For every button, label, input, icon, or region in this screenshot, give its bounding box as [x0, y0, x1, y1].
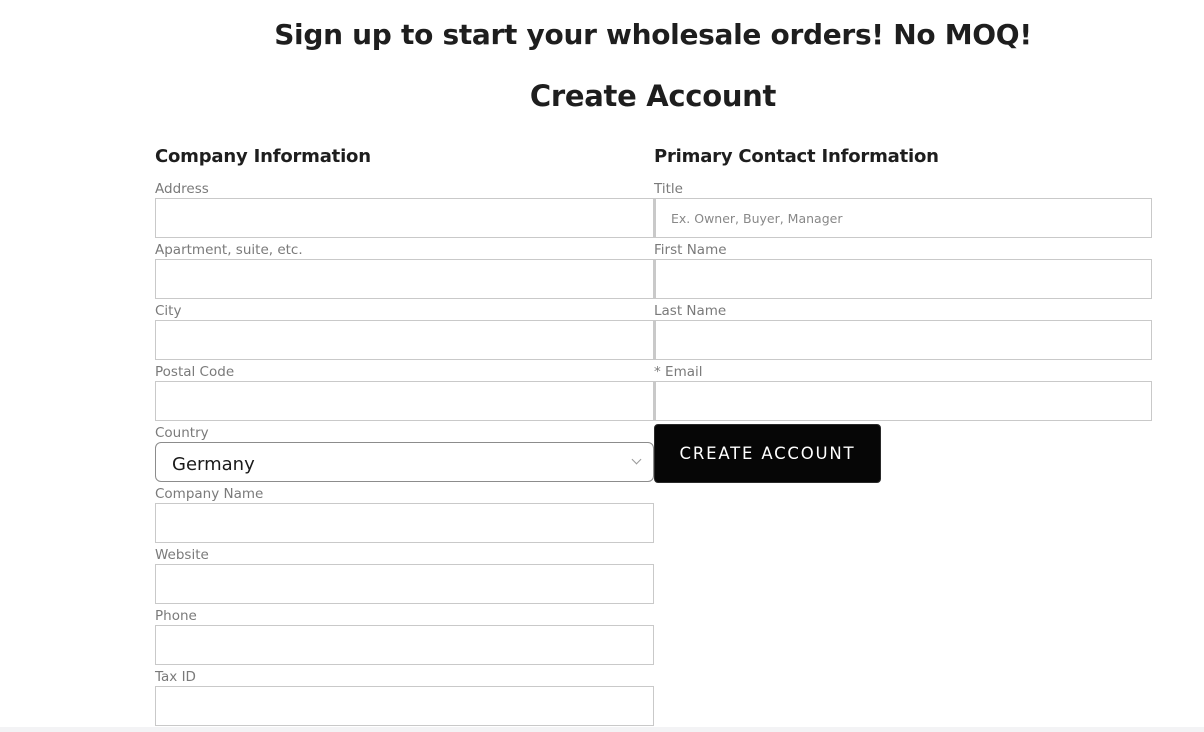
page-headline: Sign up to start your wholesale orders! … [274, 18, 1032, 51]
title-input[interactable] [654, 198, 1152, 238]
phone-input[interactable] [155, 625, 654, 665]
address-label: Address [155, 181, 209, 197]
address-input[interactable] [155, 198, 654, 238]
last-name-label: Last Name [654, 303, 727, 319]
bottom-scroll-region [0, 727, 1204, 732]
company-section-title: Company Information [155, 146, 371, 167]
apartment-input[interactable] [155, 259, 654, 299]
company-information-section: Company Information Address Apartment, s… [155, 144, 654, 729]
postal-code-input[interactable] [155, 381, 654, 421]
company-name-label: Company Name [155, 486, 264, 502]
first-name-input[interactable] [654, 259, 1152, 299]
email-input[interactable] [654, 381, 1152, 421]
last-name-input[interactable] [654, 320, 1152, 360]
first-name-label: First Name [654, 242, 727, 258]
tax-id-label: Tax ID [155, 669, 196, 685]
contact-section-title: Primary Contact Information [654, 146, 939, 167]
email-label: * Email [654, 364, 703, 380]
country-label: Country [155, 425, 209, 441]
title-label: Title [654, 181, 683, 197]
apartment-label: Apartment, suite, etc. [155, 242, 303, 258]
postal-code-label: Postal Code [155, 364, 235, 380]
primary-contact-section: Primary Contact Information Title First … [654, 144, 1153, 483]
website-input[interactable] [155, 564, 654, 604]
phone-label: Phone [155, 608, 197, 624]
city-input[interactable] [155, 320, 654, 360]
tax-id-input[interactable] [155, 686, 654, 726]
city-label: City [155, 303, 182, 319]
country-select[interactable]: Germany [155, 442, 654, 482]
country-selected-value[interactable]: Germany [155, 442, 654, 482]
create-account-button[interactable]: CREATE ACCOUNT [654, 424, 881, 483]
website-label: Website [155, 547, 209, 563]
company-name-input[interactable] [155, 503, 654, 543]
page-title: Create Account [529, 79, 777, 113]
